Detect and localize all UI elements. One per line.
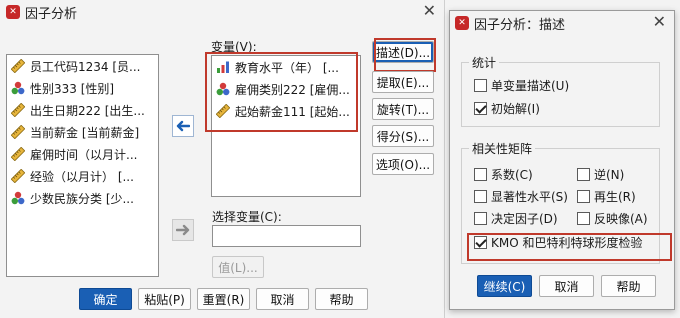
help-button[interactable]: 帮助 [315,288,368,310]
analysis-variable-item-label: 教育水平（年） [... [235,60,339,75]
ruler-scale-icon [11,169,25,183]
variables-list[interactable]: 教育水平（年） [... 雇佣类别222 [雇佣... 起始薪金111 [起始... [211,55,361,197]
ruler-scale-icon [11,125,25,139]
nominal-balls-icon [11,81,25,95]
source-variable-item[interactable]: 出生日期222 [出生... [7,99,158,121]
kmo-bartlett-label: KMO 和巴特利特球形度检验 [491,236,643,250]
initial-solution-checkbox-box[interactable] [474,102,487,115]
cancel-button[interactable]: 取消 [256,288,309,310]
kmo-bartlett-checkbox[interactable]: KMO 和巴特利特球形度检验 [474,234,642,251]
ok-button[interactable]: 确定 [79,288,132,310]
analysis-variable-item[interactable]: 教育水平（年） [... [212,56,360,78]
significance-label: 显著性水平(S) [491,190,568,204]
nominal-balls-icon [11,191,25,205]
determinant-checkbox[interactable]: 决定因子(D) [474,210,558,227]
source-variable-item-label: 少数民族分类 [少... [30,191,134,206]
ruler-scale-icon [216,104,230,118]
source-variable-item-label: 出生日期222 [出生... [30,103,145,118]
rotation-button[interactable]: 旋转(T)... [372,98,434,120]
ruler-scale-icon [11,103,25,117]
desc-titlebar: ✕ 因子分析：描述 [450,11,674,35]
selection-variable-field[interactable] [212,225,361,247]
reproduced-label: 再生(R) [594,190,636,204]
factor-analysis-dialog: ✕ 因子分析 ✕ 员工代码1234 [员... 性别333 [性别] 出生日期222… [0,0,445,318]
determinant-label: 决定因子(D) [491,212,558,226]
source-variable-item-label: 当前薪金 [当前薪金] [30,125,140,140]
significance-checkbox[interactable]: 显著性水平(S) [474,188,568,205]
main-titlebar: ✕ 因子分析 [0,0,444,24]
move-to-selection-button[interactable] [172,219,194,241]
arrow-left-icon [176,120,190,132]
extraction-button[interactable]: 提取(E)... [372,71,434,93]
univariate-checkbox-box[interactable] [474,79,487,92]
statistics-group [461,62,660,127]
desc-app-icon: ✕ [455,16,469,30]
main-close-icon[interactable]: ✕ [423,0,436,22]
source-variable-item[interactable]: 雇佣时间（以月计... [7,143,158,165]
source-variable-item-label: 经验（以月计） [... [30,169,134,184]
anti-image-label: 反映像(A) [594,212,648,226]
anti-image-checkbox-box[interactable] [577,212,590,225]
source-variable-item[interactable]: 少数民族分类 [少... [7,187,158,209]
coefficients-label: 系数(C) [491,168,533,182]
inverse-checkbox[interactable]: 逆(N) [577,166,624,183]
correlation-group-title: 相关性矩阵 [469,140,536,157]
analysis-variable-item[interactable]: 雇佣类别222 [雇佣... [212,78,360,100]
selection-variable-label: 选择变量(C): [212,210,282,224]
nominal-balls-icon [216,82,230,96]
variables-label: 变量(V): [211,40,257,54]
determinant-checkbox-box[interactable] [474,212,487,225]
source-variable-item-label: 雇佣时间（以月计... [30,147,138,162]
analysis-variable-item[interactable]: 起始薪金111 [起始... [212,100,360,122]
univariate-checkbox[interactable]: 单变量描述(U) [474,77,569,94]
source-variable-item-label: 性别333 [性别] [30,81,115,96]
desc-help-button[interactable]: 帮助 [601,275,656,297]
univariate-label: 单变量描述(U) [491,79,570,93]
source-variable-item[interactable]: 经验（以月计） [... [7,165,158,187]
desc-dialog-title: 因子分析：描述 [474,17,566,33]
move-to-variables-button[interactable] [172,115,194,137]
statistics-group-title: 统计 [469,54,500,71]
desc-close-icon[interactable]: ✕ [653,11,666,33]
source-variable-item[interactable]: 当前薪金 [当前薪金] [7,121,158,143]
scores-button[interactable]: 得分(S)... [372,125,434,147]
continue-button[interactable]: 继续(C) [477,275,532,297]
ruler-scale-icon [11,59,25,73]
source-variable-item[interactable]: 性别333 [性别] [7,77,158,99]
coefficients-checkbox-box[interactable] [474,168,487,181]
initial-solution-checkbox[interactable]: 初始解(I) [474,100,540,117]
source-variable-list[interactable]: 员工代码1234 [员... 性别333 [性别] 出生日期222 [出生... 当前… [6,54,159,277]
ruler-scale-icon [11,147,25,161]
significance-checkbox-box[interactable] [474,190,487,203]
analysis-variable-item-label: 雇佣类别222 [雇佣... [235,82,350,97]
descriptives-dialog: ✕ 因子分析：描述 ✕ 统计 单变量描述(U) 初始解(I) 相关性矩阵 系数(… [449,10,675,310]
value-button[interactable]: 值(L)... [212,256,264,278]
source-variable-item[interactable]: 员工代码1234 [员... [7,55,158,77]
initial-solution-label: 初始解(I) [491,102,540,116]
reproduced-checkbox-box[interactable] [577,190,590,203]
arrow-right-icon [176,224,190,236]
reproduced-checkbox[interactable]: 再生(R) [577,188,636,205]
inverse-checkbox-box[interactable] [577,168,590,181]
options-button[interactable]: 选项(O)... [372,153,434,175]
reset-button[interactable]: 重置(R) [197,288,250,310]
anti-image-checkbox[interactable]: 反映像(A) [577,210,648,227]
main-dialog-title: 因子分析 [25,6,78,22]
desc-cancel-button[interactable]: 取消 [539,275,594,297]
app-icon: ✕ [6,5,20,19]
bar-ordinal-icon [216,60,230,74]
analysis-variable-item-label: 起始薪金111 [起始... [235,104,350,119]
source-variable-item-label: 员工代码1234 [员... [30,59,141,74]
coefficients-checkbox[interactable]: 系数(C) [474,166,533,183]
descriptives-button[interactable]: 描述(D)... [372,41,434,63]
kmo-bartlett-checkbox-box[interactable] [474,236,487,249]
paste-button[interactable]: 粘贴(P) [138,288,191,310]
inverse-label: 逆(N) [594,168,625,182]
